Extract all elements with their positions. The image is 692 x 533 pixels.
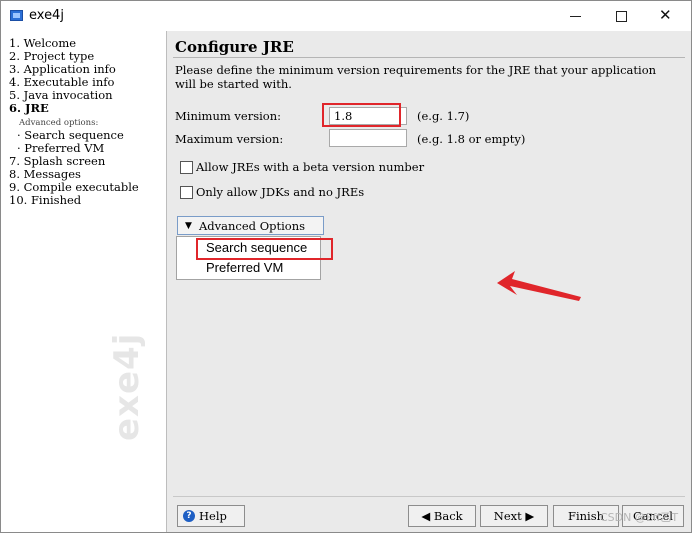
close-icon: ✕ — [659, 6, 672, 24]
title-bar: exe4j ✕ — [1, 1, 691, 31]
exe4j-logo-watermark: exe4j — [107, 332, 147, 441]
step-finished[interactable]: 10. Finished — [9, 194, 81, 207]
steps-sidebar: 1. Welcome 2. Project type 3. Applicatio… — [1, 31, 167, 532]
help-label: Help — [199, 509, 227, 523]
close-button[interactable]: ✕ — [644, 1, 690, 31]
next-button[interactable]: Next ▶ — [480, 505, 548, 527]
heading-divider — [173, 57, 685, 58]
page-title: Configure JRE — [175, 38, 294, 56]
max-version-hint: (e.g. 1.8 or empty) — [417, 132, 526, 146]
advanced-options-label: Advanced Options — [199, 219, 306, 233]
beta-checkbox[interactable] — [180, 161, 193, 174]
exe4j-window: exe4j ✕ 1. Welcome 2. Project type 3. Ap… — [0, 0, 692, 533]
min-version-highlight — [322, 103, 401, 127]
maximize-button[interactable] — [598, 1, 644, 31]
menu-item-label: Preferred VM — [206, 260, 284, 275]
annotation-arrow — [497, 271, 581, 301]
jdk-only-checkbox-label[interactable]: Only allow JDKs and no JREs — [196, 185, 364, 199]
minimize-icon — [570, 16, 581, 17]
menu-item-preferred-vm[interactable]: Preferred VM — [177, 258, 320, 278]
help-button[interactable]: ? Help — [177, 505, 245, 527]
step-jre[interactable]: 6. JRE — [9, 102, 49, 115]
jdk-only-checkbox[interactable] — [180, 186, 193, 199]
advanced-options-button[interactable]: ▼ Advanced Options — [177, 216, 324, 235]
min-version-label: Minimum version: — [175, 109, 281, 123]
help-icon: ? — [183, 510, 195, 522]
back-button[interactable]: ◀ Back — [408, 505, 476, 527]
search-sequence-highlight — [196, 238, 333, 260]
triangle-down-icon: ▼ — [185, 221, 192, 231]
window-title: exe4j — [29, 8, 64, 23]
maximize-icon — [616, 11, 627, 22]
max-version-field[interactable] — [329, 129, 407, 147]
max-version-label: Maximum version: — [175, 132, 284, 146]
csdn-watermark: CSDN @Eff乙T — [600, 511, 679, 524]
minimize-button[interactable] — [552, 1, 598, 31]
page-description: Please define the minimum version requir… — [175, 63, 657, 91]
beta-checkbox-label[interactable]: Allow JREs with a beta version number — [196, 160, 424, 174]
footer-divider — [173, 496, 685, 497]
main-panel: Configure JRE Please define the minimum … — [167, 31, 691, 532]
min-version-hint: (e.g. 1.7) — [417, 109, 470, 123]
app-icon — [10, 10, 23, 21]
